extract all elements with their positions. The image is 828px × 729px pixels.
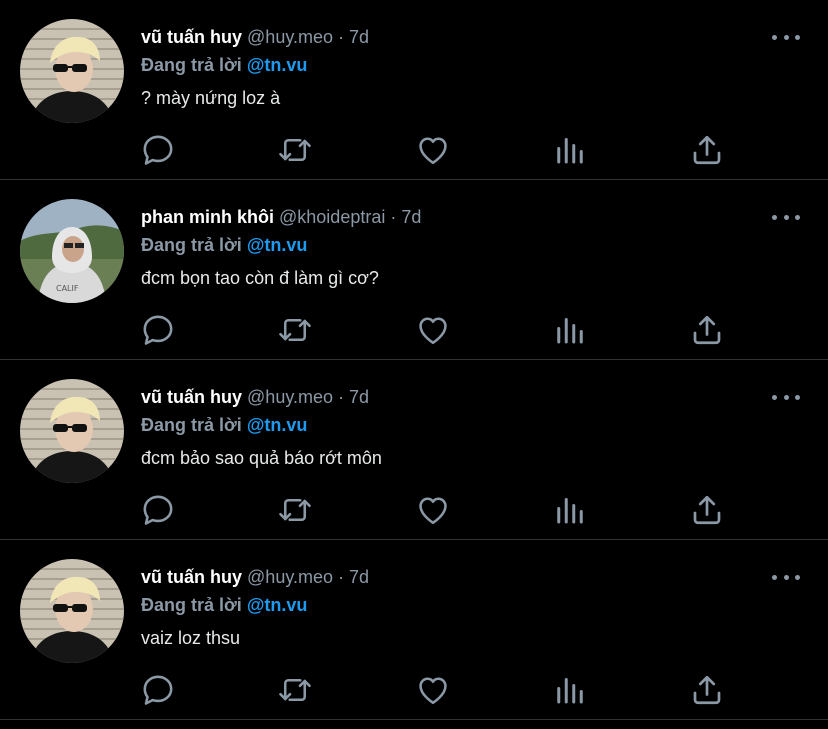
reply-prefix: Đang trả lời: [141, 235, 242, 255]
tweet-time[interactable]: 7d: [349, 567, 369, 587]
tweet-header: phan minh khôi @khoideptrai · 7d: [141, 206, 421, 228]
tweet-header: vũ tuấn huy @huy.meo · 7d: [141, 386, 369, 408]
reply-prefix: Đang trả lời: [141, 415, 242, 435]
user-handle[interactable]: @huy.meo: [247, 567, 333, 587]
avatar[interactable]: [20, 559, 124, 663]
retweet-icon[interactable]: [277, 312, 313, 348]
separator-dot: ·: [338, 567, 345, 587]
tweet-item[interactable]: vũ tuấn huy @huy.meo · 7d Đang trả lời @…: [0, 0, 828, 180]
tweet-header: vũ tuấn huy @huy.meo · 7d: [141, 26, 369, 48]
separator-dot: ·: [390, 207, 397, 227]
avatar[interactable]: [20, 379, 124, 483]
retweet-icon[interactable]: [277, 492, 313, 528]
heart-icon[interactable]: [415, 312, 451, 348]
separator-dot: ·: [338, 27, 345, 47]
tweet-item[interactable]: vũ tuấn huy @huy.meo · 7d Đang trả lời @…: [0, 540, 828, 720]
user-handle[interactable]: @huy.meo: [247, 387, 333, 407]
user-handle[interactable]: @huy.meo: [247, 27, 333, 47]
reply-mention-link[interactable]: @tn.vu: [247, 595, 308, 615]
heart-icon[interactable]: [415, 132, 451, 168]
reply-icon[interactable]: [140, 132, 176, 168]
reply-context: Đang trả lời @tn.vu: [141, 234, 307, 256]
share-icon[interactable]: [689, 312, 725, 348]
display-name[interactable]: vũ tuấn huy: [141, 567, 242, 587]
tweet-text: đcm bảo sao quả báo rớt môn: [141, 448, 382, 468]
tweet-text: ? mày nứng loz à: [141, 88, 281, 108]
share-icon[interactable]: [689, 672, 725, 708]
reply-context: Đang trả lời @tn.vu: [141, 594, 307, 616]
share-icon[interactable]: [689, 492, 725, 528]
reply-context: Đang trả lời @tn.vu: [141, 414, 307, 436]
reply-icon[interactable]: [140, 672, 176, 708]
retweet-icon[interactable]: [277, 672, 313, 708]
retweet-icon[interactable]: [277, 132, 313, 168]
display-name[interactable]: vũ tuấn huy: [141, 27, 242, 47]
reply-mention-link[interactable]: @tn.vu: [247, 415, 308, 435]
more-icon[interactable]: [772, 27, 800, 47]
tweet-header: vũ tuấn huy @huy.meo · 7d: [141, 566, 369, 588]
tweet-item[interactable]: phan minh khôi @khoideptrai · 7d Đang tr…: [0, 180, 828, 360]
reply-mention-link[interactable]: @tn.vu: [247, 55, 308, 75]
user-handle[interactable]: @khoideptrai: [279, 207, 385, 227]
reply-mention-link[interactable]: @tn.vu: [247, 235, 308, 255]
share-icon[interactable]: [689, 132, 725, 168]
tweet-text: vaiz loz thsu: [141, 628, 241, 648]
tweet-text: đcm bọn tao còn đ làm gì cơ?: [141, 268, 379, 288]
tweet-item[interactable]: vũ tuấn huy @huy.meo · 7d Đang trả lời @…: [0, 360, 828, 540]
reply-icon[interactable]: [140, 492, 176, 528]
views-icon[interactable]: [552, 312, 588, 348]
views-icon[interactable]: [552, 672, 588, 708]
heart-icon[interactable]: [415, 492, 451, 528]
tweet-time[interactable]: 7d: [349, 387, 369, 407]
more-icon[interactable]: [772, 567, 800, 587]
tweet-time[interactable]: 7d: [349, 27, 369, 47]
avatar[interactable]: [20, 19, 124, 123]
separator-dot: ·: [338, 387, 345, 407]
reply-icon[interactable]: [140, 312, 176, 348]
display-name[interactable]: vũ tuấn huy: [141, 387, 242, 407]
reply-context: Đang trả lời @tn.vu: [141, 54, 307, 76]
views-icon[interactable]: [552, 492, 588, 528]
views-icon[interactable]: [552, 132, 588, 168]
heart-icon[interactable]: [415, 672, 451, 708]
tweet-time[interactable]: 7d: [401, 207, 421, 227]
avatar[interactable]: [20, 199, 124, 303]
display-name[interactable]: phan minh khôi: [141, 207, 274, 227]
tweet-feed: vũ tuấn huy @huy.meo · 7d Đang trả lời @…: [0, 0, 828, 720]
more-icon[interactable]: [772, 387, 800, 407]
reply-prefix: Đang trả lời: [141, 595, 242, 615]
reply-prefix: Đang trả lời: [141, 55, 242, 75]
more-icon[interactable]: [772, 207, 800, 227]
